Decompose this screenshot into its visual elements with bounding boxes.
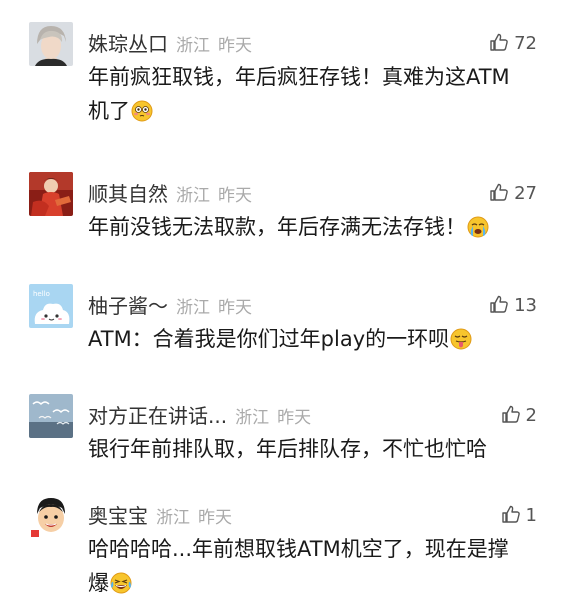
- avatar[interactable]: [29, 22, 73, 66]
- thumbs-up-icon: [490, 295, 508, 313]
- laughing-tears-emoji-icon: [110, 572, 132, 594]
- time-text: 昨天: [218, 36, 252, 56]
- avatar[interactable]: [29, 172, 73, 216]
- time-text: 昨天: [277, 408, 312, 428]
- cartoon-cloud-avatar-icon: hello: [29, 284, 73, 328]
- like-count: 27: [514, 183, 537, 204]
- location-text: 浙江: [156, 508, 190, 528]
- comment-text-line: 爆: [88, 571, 109, 595]
- comment-text: 哈哈哈哈...年前想取钱ATM机空了，现在是撑 爆: [88, 532, 548, 600]
- thumbs-up-icon: [501, 405, 520, 423]
- like-button[interactable]: 1: [501, 502, 537, 530]
- location-text: 浙江: [176, 186, 210, 206]
- comment-list: 姝琮丛口 浙江 昨天 72 年前疯狂取钱，年后疯狂存钱！真难为这ATM 机了 顺其自…: [0, 0, 585, 608]
- comment-text: 银行年前排队取，年后排队存，不忙也忙哈: [88, 432, 548, 466]
- comment-text-line: 机了: [88, 99, 130, 123]
- like-button[interactable]: 2: [501, 402, 537, 430]
- thumbs-up-icon: [501, 505, 520, 523]
- comment-text: ATM：合着我是你们过年play的一环呗: [88, 322, 548, 356]
- comment-text: 年前疯狂取钱，年后疯狂存钱！真难为这ATM 机了: [88, 60, 548, 128]
- svg-text:hello: hello: [33, 290, 50, 298]
- location-text: 浙江: [235, 408, 270, 428]
- comment-text: 年前没钱无法取款，年后存满无法存钱！: [88, 210, 548, 244]
- like-button[interactable]: 27: [489, 180, 537, 208]
- man-portrait-avatar-icon: [29, 22, 73, 66]
- like-count: 72: [514, 33, 537, 54]
- comment-text-line: 年前没钱无法取款，年后存满无法存钱！: [88, 215, 466, 239]
- location-text: 浙江: [176, 36, 210, 56]
- username[interactable]: 柚子酱～: [88, 294, 168, 318]
- red-costume-avatar-icon: [29, 172, 73, 216]
- time-text: 昨天: [218, 298, 252, 318]
- avatar[interactable]: [29, 394, 73, 438]
- time-text: 昨天: [198, 508, 232, 528]
- thumbs-up-icon: [490, 183, 508, 201]
- location-text: 浙江: [176, 298, 210, 318]
- time-text: 昨天: [218, 186, 252, 206]
- username[interactable]: 顺其自然: [88, 182, 168, 206]
- seagulls-sky-avatar-icon: [29, 394, 73, 438]
- comment-text-line: 银行年前排队取，年后排队存，不忙也忙哈: [88, 437, 487, 461]
- like-count: 1: [525, 505, 537, 526]
- flushed-face-emoji-icon: [131, 100, 153, 122]
- comment-text-line: 哈哈哈哈...年前想取钱ATM机空了，现在是撑: [88, 537, 509, 561]
- avatar[interactable]: hello: [29, 284, 73, 328]
- like-count: 13: [514, 295, 537, 316]
- username[interactable]: 姝琮丛口: [88, 32, 168, 56]
- like-button[interactable]: 13: [489, 292, 537, 320]
- like-button[interactable]: 72: [489, 30, 537, 58]
- avatar[interactable]: [29, 494, 73, 538]
- crying-face-emoji-icon: [467, 216, 489, 238]
- thumbs-up-icon: [490, 33, 508, 51]
- comment-text-line: 年前疯狂取钱，年后疯狂存钱！真难为这ATM: [88, 65, 510, 89]
- like-count: 2: [525, 405, 537, 426]
- comment-text-line: ATM：合着我是你们过年play的一环呗: [88, 327, 450, 351]
- tongue-face-emoji-icon: [450, 328, 472, 350]
- username[interactable]: 对方正在讲话...: [88, 404, 227, 428]
- cartoon-kid-avatar-icon: [29, 494, 73, 538]
- username[interactable]: 奥宝宝: [88, 504, 148, 528]
